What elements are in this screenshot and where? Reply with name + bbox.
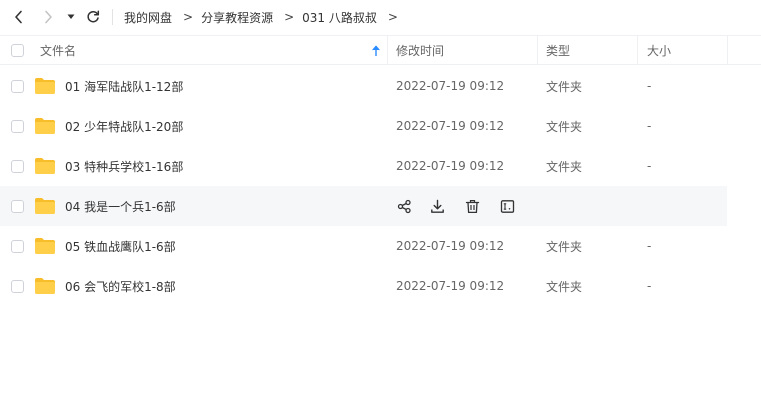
column-header-type[interactable]: 类型 (546, 36, 570, 65)
file-size: - (647, 79, 652, 93)
file-size: - (647, 279, 652, 293)
chevron-right-icon (45, 10, 52, 24)
back-button[interactable] (8, 6, 30, 28)
file-modified: 2022-07-19 09:12 (396, 239, 505, 253)
folder-icon (35, 118, 55, 134)
rename-button[interactable] (498, 197, 516, 215)
share-button[interactable] (395, 197, 413, 215)
file-name[interactable]: 02 少年特战队1-20部 (65, 106, 183, 146)
file-name[interactable]: 04 我是一个兵1-6部 (65, 186, 176, 226)
file-row[interactable]: 02 少年特战队1-20部 2022-07-19 09:12 文件夹 - (0, 106, 727, 146)
file-row[interactable]: 01 海军陆战队1-12部 2022-07-19 09:12 文件夹 - (0, 66, 727, 106)
breadcrumb-separator[interactable]: > (388, 10, 398, 24)
file-type: 文件夹 (546, 119, 583, 134)
file-type: 文件夹 (546, 79, 583, 94)
download-button[interactable] (428, 197, 446, 215)
history-dropdown-button[interactable] (63, 6, 79, 28)
column-divider[interactable] (537, 36, 538, 65)
breadcrumb-separator: > (284, 10, 295, 24)
folder-icon (35, 158, 55, 174)
breadcrumb: 我的网盘 > 分享教程资源 > 031 八路叔叔 > (124, 0, 406, 34)
folder-icon (35, 238, 55, 254)
refresh-button[interactable] (82, 6, 104, 28)
file-modified: 2022-07-19 09:12 (396, 159, 505, 173)
file-list-header: 文件名 修改时间 类型 大小 (0, 35, 761, 65)
row-checkbox[interactable] (11, 280, 24, 293)
download-icon (430, 199, 444, 213)
row-checkbox[interactable] (11, 200, 24, 213)
refresh-icon (87, 10, 100, 23)
breadcrumb-item-current[interactable]: 031 八路叔叔 (302, 9, 377, 26)
file-type: 文件夹 (546, 239, 583, 254)
row-checkbox[interactable] (11, 240, 24, 253)
breadcrumb-item-folder[interactable]: 分享教程资源 (201, 9, 273, 26)
column-header-name[interactable]: 文件名 (40, 36, 76, 65)
file-name[interactable]: 03 特种兵学校1-16部 (65, 146, 183, 186)
share-icon (397, 199, 411, 213)
file-row[interactable]: 06 会飞的军校1-8部 2022-07-19 09:12 文件夹 - (0, 266, 727, 306)
file-name[interactable]: 01 海军陆战队1-12部 (65, 66, 183, 106)
folder-icon (35, 198, 55, 214)
select-all-checkbox[interactable] (11, 44, 24, 57)
chevron-left-icon (15, 10, 22, 24)
file-type: 文件夹 (546, 159, 583, 174)
file-name[interactable]: 06 会飞的军校1-8部 (65, 266, 176, 306)
nav-divider (112, 9, 113, 25)
column-header-modified[interactable]: 修改时间 (396, 36, 444, 65)
delete-button[interactable] (463, 197, 481, 215)
file-modified: 2022-07-19 09:12 (396, 79, 505, 93)
folder-icon (35, 78, 55, 94)
sort-ascending-icon[interactable] (370, 44, 382, 58)
column-divider[interactable] (637, 36, 638, 65)
breadcrumb-separator: > (183, 10, 194, 24)
file-name[interactable]: 05 铁血战鹰队1-6部 (65, 226, 176, 266)
row-checkbox[interactable] (11, 80, 24, 93)
row-checkbox[interactable] (11, 120, 24, 133)
rename-icon (500, 199, 514, 213)
row-checkbox[interactable] (11, 160, 24, 173)
column-header-size[interactable]: 大小 (647, 36, 671, 65)
file-type: 文件夹 (546, 279, 583, 294)
file-modified: 2022-07-19 09:12 (396, 279, 505, 293)
column-divider[interactable] (387, 36, 388, 65)
caret-down-icon (67, 14, 75, 19)
delete-icon (465, 199, 479, 213)
file-row-hovered[interactable]: 04 我是一个兵1-6部 (0, 186, 727, 226)
navigation-bar: 我的网盘 > 分享教程资源 > 031 八路叔叔 > (0, 0, 761, 34)
forward-button[interactable] (37, 6, 59, 28)
file-size: - (647, 119, 652, 133)
file-size: - (647, 239, 652, 253)
file-row[interactable]: 03 特种兵学校1-16部 2022-07-19 09:12 文件夹 - (0, 146, 727, 186)
breadcrumb-item-root[interactable]: 我的网盘 (124, 9, 172, 26)
folder-icon (35, 278, 55, 294)
file-modified: 2022-07-19 09:12 (396, 119, 505, 133)
file-row[interactable]: 05 铁血战鹰队1-6部 2022-07-19 09:12 文件夹 - (0, 226, 727, 266)
file-size: - (647, 159, 652, 173)
column-divider[interactable] (727, 36, 728, 65)
